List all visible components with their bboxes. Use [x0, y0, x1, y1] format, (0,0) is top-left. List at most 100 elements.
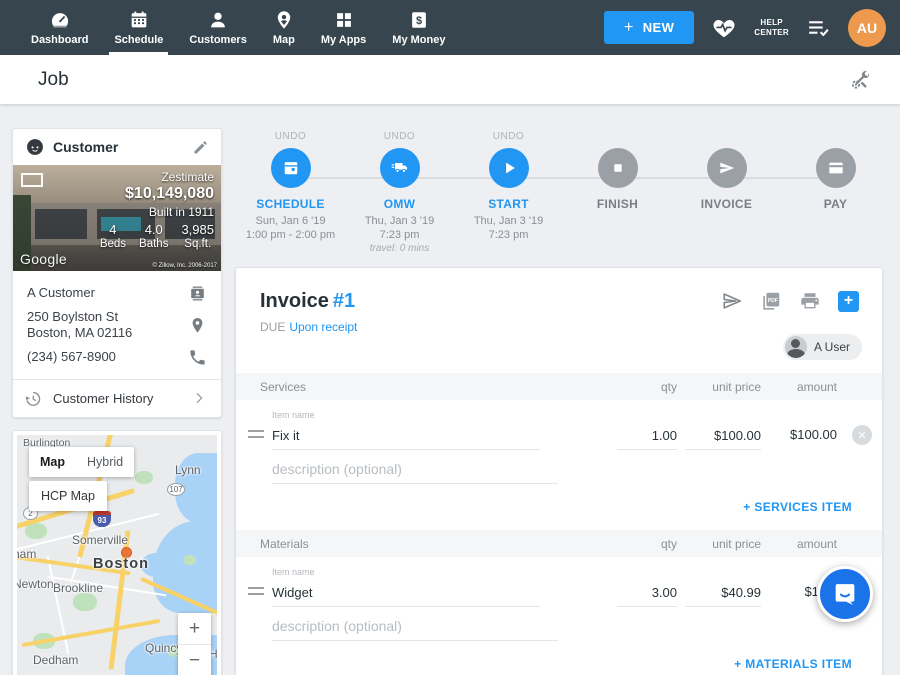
add-materials-item-link[interactable]: + MATERIALS ITEM: [734, 657, 852, 671]
delete-item-button[interactable]: ✕: [852, 425, 872, 445]
heart-pulse-icon[interactable]: [711, 15, 737, 41]
list-check-icon[interactable]: [806, 15, 831, 40]
service-amount: $100.00: [769, 427, 837, 450]
nav-item-my-money[interactable]: $ My Money: [379, 0, 458, 55]
timeline-step-omw: UNDO OMW Thu, Jan 3 '197:23 pm travel: 0…: [345, 130, 454, 262]
drag-handle[interactable]: [248, 430, 264, 438]
hcp-map-button[interactable]: HCP Map: [29, 481, 107, 511]
address-line2: Boston, MA 02116: [27, 325, 188, 341]
service-item-name-input[interactable]: [272, 422, 540, 450]
undo-schedule-button[interactable]: UNDO: [275, 131, 306, 143]
job-status-timeline: UNDO SCHEDULE Sun, Jan 6 '191:00 pm - 2:…: [236, 130, 890, 262]
step-date: Thu, Jan 3 '197:23 pm: [365, 214, 434, 242]
assignee-chip[interactable]: A User: [783, 334, 862, 360]
zestimate-overlay: Zestimate $10,149,080 Built in 1911 4Bed…: [100, 170, 214, 250]
chat-launcher-button[interactable]: [817, 566, 873, 622]
chat-smile-icon: [831, 580, 859, 608]
invoice-step-button[interactable]: [707, 148, 747, 188]
material-item-name-input[interactable]: [272, 579, 540, 607]
customer-name: A Customer: [27, 285, 188, 301]
new-button[interactable]: +NEW: [604, 11, 694, 44]
contact-card-icon[interactable]: [188, 284, 207, 303]
map-canvas[interactable]: Burlington Lynn 107 2 93 Somerville ham …: [17, 435, 217, 675]
map-label-somerville: Somerville: [72, 533, 128, 547]
map-type-map-button[interactable]: Map: [29, 447, 76, 477]
step-label: SCHEDULE: [256, 197, 324, 211]
nav-item-label: Schedule: [114, 34, 163, 46]
dollar-icon: $: [408, 9, 430, 31]
beds-label: Beds: [100, 238, 126, 250]
map-label-dedham: Dedham: [33, 653, 78, 667]
add-services-row: + SERVICES ITEM: [236, 484, 882, 530]
finish-step-button[interactable]: [598, 148, 638, 188]
due-label: DUE: [260, 320, 285, 334]
location-pin-icon[interactable]: [188, 316, 207, 335]
nav-item-map[interactable]: Map: [260, 0, 308, 55]
map-pin-icon: [273, 9, 295, 31]
drag-handle[interactable]: [248, 587, 264, 595]
material-unit-price-input[interactable]: [685, 579, 761, 607]
service-description-input[interactable]: [272, 456, 558, 484]
step-label: PAY: [824, 197, 848, 211]
built-year: Built in 1911: [100, 205, 214, 219]
customer-history-row[interactable]: Customer History: [13, 379, 221, 417]
user-avatar[interactable]: AU: [848, 9, 886, 47]
timeline-step-finish: FINISH: [563, 130, 672, 262]
material-description-input[interactable]: [272, 613, 558, 641]
svg-text:PDF: PDF: [768, 298, 778, 304]
omw-step-button[interactable]: [380, 148, 420, 188]
invoice-title: Invoice: [260, 290, 329, 312]
property-photo: Zestimate $10,149,080 Built in 1911 4Bed…: [13, 165, 221, 271]
step-label: START: [488, 197, 529, 211]
send-plane-icon: [717, 158, 737, 178]
service-unit-price-input[interactable]: [685, 422, 761, 450]
nav-item-schedule[interactable]: Schedule: [101, 0, 176, 55]
undo-omw-button[interactable]: UNDO: [384, 131, 415, 143]
nav-item-dashboard[interactable]: Dashboard: [18, 0, 101, 55]
grid-icon: [333, 9, 355, 31]
map-card: Burlington Lynn 107 2 93 Somerville ham …: [12, 430, 222, 675]
pay-step-button[interactable]: [816, 148, 856, 188]
customer-history-label: Customer History: [53, 391, 180, 406]
zoom-in-button[interactable]: +: [178, 613, 211, 645]
customer-address: 250 Boylston StBoston, MA 02116: [27, 309, 188, 342]
unit-price-column-header: unit price: [685, 537, 761, 551]
edit-pencil-icon[interactable]: [192, 139, 209, 156]
service-qty-input[interactable]: [617, 422, 677, 450]
top-nav: Dashboard Schedule Customers Map My Apps…: [0, 0, 900, 55]
customer-details: A Customer 250 Boylston StBoston, MA 021…: [13, 271, 221, 374]
zoom-out-button[interactable]: −: [178, 645, 211, 675]
baths-label: Baths: [139, 238, 168, 250]
timeline-step-schedule: UNDO SCHEDULE Sun, Jan 6 '191:00 pm - 2:…: [236, 130, 345, 262]
due-terms-link[interactable]: Upon receipt: [289, 320, 357, 334]
map-label-boston: Boston: [93, 556, 149, 572]
step-label: INVOICE: [701, 197, 752, 211]
undo-start-button[interactable]: UNDO: [493, 131, 524, 143]
step-label: OMW: [384, 197, 416, 211]
job-tools-icon[interactable]: [848, 68, 872, 92]
baths-value: 4.0: [139, 222, 168, 237]
nav-item-label: Map: [273, 34, 295, 46]
due-line: DUE Upon receipt: [260, 320, 862, 334]
services-section-label: Services: [260, 380, 609, 394]
step-date: Thu, Jan 3 '197:23 pm: [474, 214, 543, 242]
print-icon[interactable]: [799, 290, 821, 312]
map-label-brookline: Brookline: [53, 581, 103, 595]
nav-item-customers[interactable]: Customers: [176, 0, 259, 55]
zillow-copyright: © Zillow, Inc. 2006-2017: [153, 263, 217, 269]
map-park: [73, 593, 97, 611]
phone-icon[interactable]: [188, 348, 207, 367]
add-services-item-link[interactable]: + SERVICES ITEM: [743, 500, 852, 514]
material-qty-input[interactable]: [617, 579, 677, 607]
map-type-hybrid-button[interactable]: Hybrid: [76, 447, 134, 477]
send-invoice-icon[interactable]: [721, 290, 743, 312]
sqft-label: Sq.ft.: [181, 238, 214, 250]
unit-price-column-header: unit price: [685, 380, 761, 394]
customer-address-row: 250 Boylston StBoston, MA 02116: [27, 309, 207, 342]
nav-item-my-apps[interactable]: My Apps: [308, 0, 379, 55]
start-step-button[interactable]: [489, 148, 529, 188]
pdf-icon[interactable]: PDF: [760, 290, 782, 312]
add-invoice-item-button[interactable]: +: [838, 291, 859, 312]
schedule-step-button[interactable]: [271, 148, 311, 188]
help-center-link[interactable]: HELPCENTER: [754, 18, 789, 38]
